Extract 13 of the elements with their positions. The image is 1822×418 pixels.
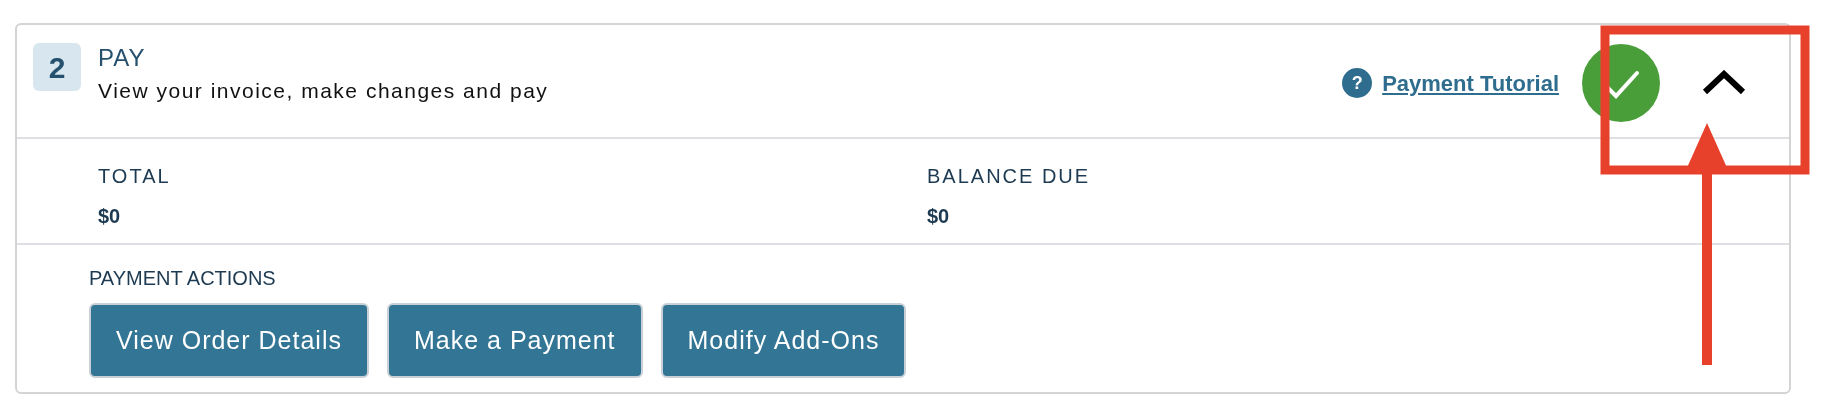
help-icon: ? [1342,68,1373,98]
action-button[interactable]: View Order Details [89,303,369,378]
step-subtitle: View your invoice, make changes and pay [98,78,549,104]
actions-heading: PAYMENT ACTIONS [89,266,277,291]
step-number: 2 [33,43,81,91]
action-button[interactable]: Modify Add-Ons [660,303,907,378]
summary-label: TOTAL [98,164,172,189]
summary-label: BALANCE DUE [927,164,1091,189]
step-title: PAY [98,43,147,73]
summary-value: $0 [927,204,951,229]
summary-value: $0 [98,204,122,229]
action-button[interactable]: Make a Payment [386,303,643,378]
help-link[interactable]: ? Payment Tutorial [1342,66,1559,100]
